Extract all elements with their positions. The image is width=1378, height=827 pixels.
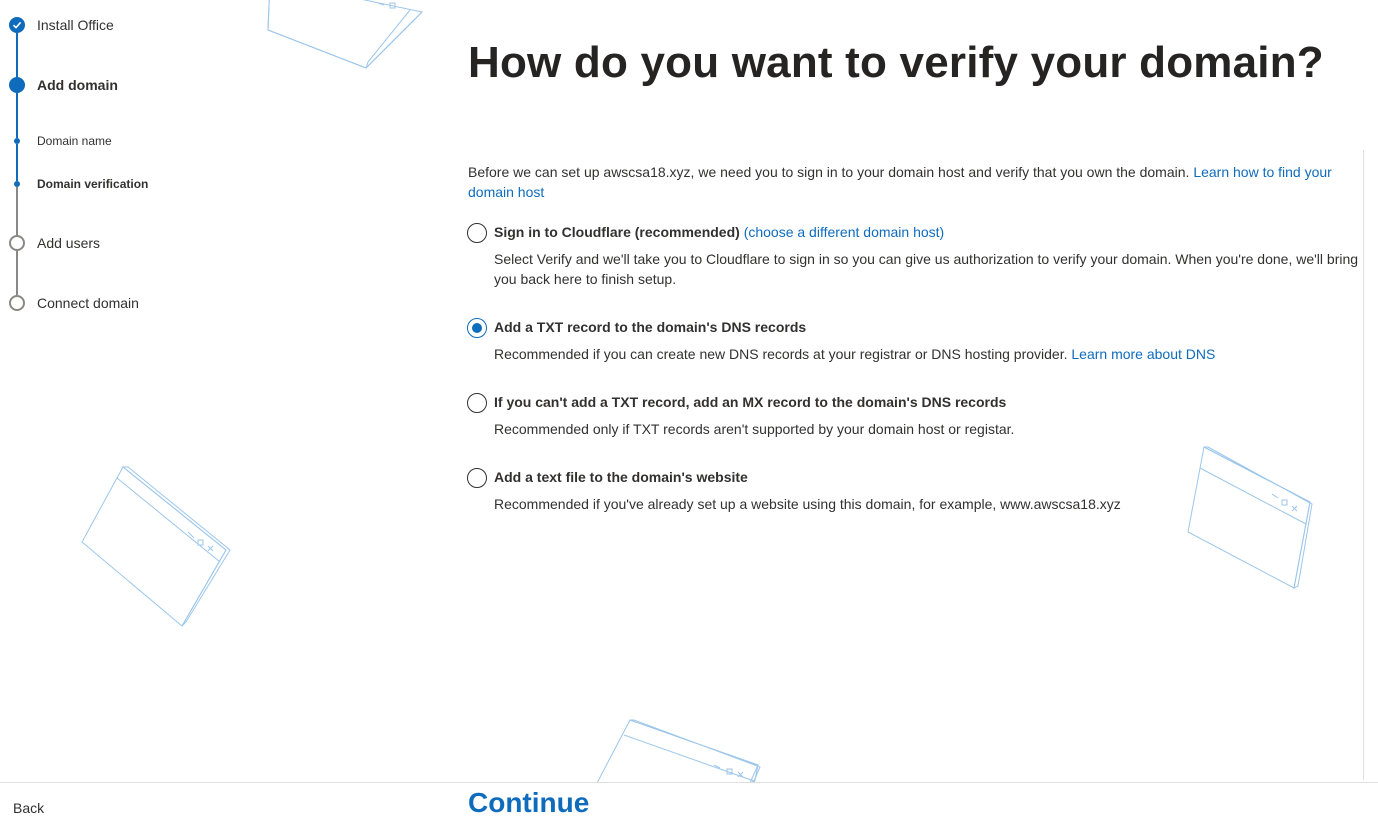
checkmark-icon (12, 21, 22, 29)
option-title: Add a text file to the domain's website (494, 469, 748, 485)
step-complete-marker (9, 17, 25, 33)
radio-txt-record[interactable] (467, 318, 487, 338)
option-title: If you can't add a TXT record, add an MX… (494, 394, 1007, 410)
setup-page: Install Office Add domain Domain name Do… (0, 0, 1378, 827)
option-title: Add a TXT record to the domain's DNS rec… (494, 319, 807, 335)
radio-text-file[interactable] (467, 468, 487, 488)
radio-selected-dot (471, 322, 482, 333)
stepper-line (16, 33, 18, 79)
window-illustration-left (81, 466, 231, 627)
substep-marker (14, 181, 20, 187)
back-button[interactable]: Back (13, 800, 44, 816)
step-add-users: Add users (37, 235, 101, 251)
page-title: How do you want to verify your domain? (468, 38, 1324, 87)
intro-paragraph: Before we can set up awscsa18.xyz, we ne… (468, 162, 1348, 202)
step-add-domain: Add domain (37, 77, 118, 93)
option-title-text: Sign in to Cloudflare (recommended) (494, 224, 740, 240)
continue-button[interactable]: Continue (468, 787, 589, 819)
choose-different-host-link[interactable]: (choose a different domain host) (744, 224, 945, 240)
intro-text: Before we can set up awscsa18.xyz, we ne… (468, 164, 1194, 180)
option-description: Recommended only if TXT records aren't s… (494, 421, 1015, 437)
footer-bar: Back Continue (0, 782, 1378, 827)
step-pending-marker (9, 235, 25, 251)
substep-domain-name: Domain name (37, 134, 112, 148)
step-pending-marker (9, 295, 25, 311)
option-description: Recommended if you've already set up a w… (494, 496, 1121, 512)
stepper-line (16, 251, 18, 295)
window-illustration-bottom (595, 719, 761, 785)
step-current-marker (9, 77, 25, 93)
window-illustration-right (1187, 446, 1313, 589)
option-description: Recommended if you can create new DNS re… (494, 344, 1364, 364)
option-description: Select Verify and we'll take you to Clou… (494, 251, 1359, 287)
step-connect-domain: Connect domain (37, 295, 139, 311)
stepper-line (16, 93, 18, 138)
option-description-text: Recommended if you can create new DNS re… (494, 346, 1072, 362)
radio-cloudflare[interactable] (467, 223, 487, 243)
setup-stepper: Install Office Add domain Domain name Do… (0, 0, 300, 330)
radio-mx-record[interactable] (467, 393, 487, 413)
step-install-office: Install Office (37, 17, 114, 33)
substep-domain-verification: Domain verification (37, 177, 149, 191)
content-divider (1363, 150, 1364, 780)
stepper-line (16, 187, 18, 235)
stepper-line (16, 144, 18, 181)
option-title: Sign in to Cloudflare (recommended) (cho… (494, 224, 944, 240)
substep-marker (14, 138, 20, 144)
learn-more-dns-link[interactable]: Learn more about DNS (1071, 346, 1215, 362)
